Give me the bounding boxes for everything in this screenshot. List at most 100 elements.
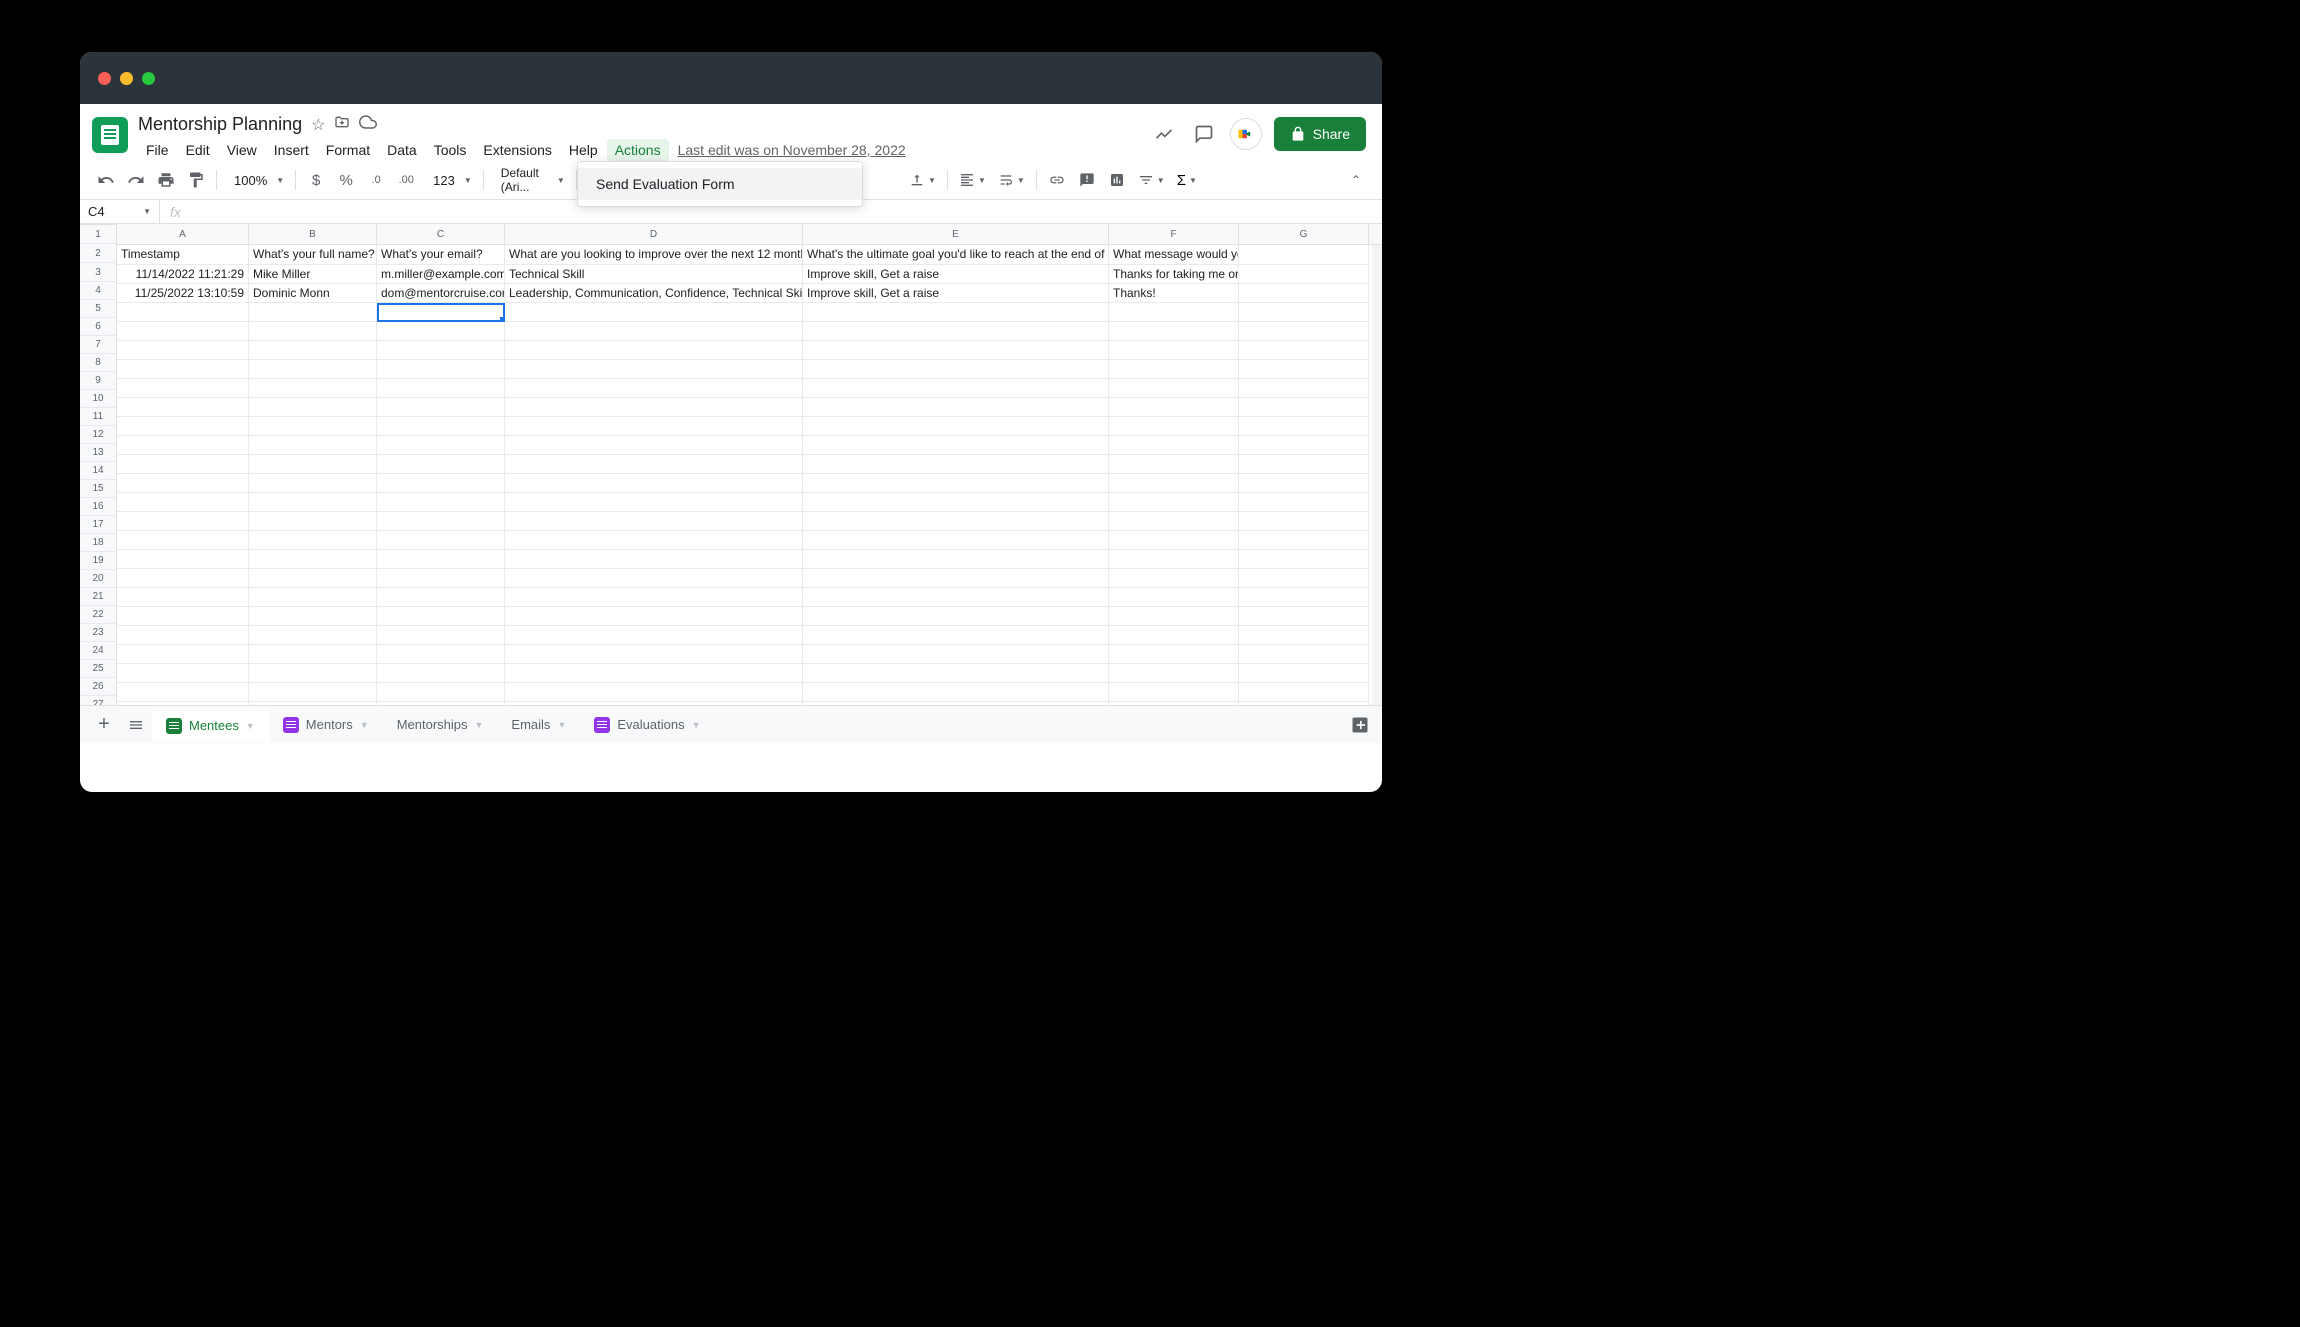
row-header[interactable]: 1 — [80, 225, 117, 244]
cell[interactable] — [1239, 550, 1369, 569]
cell[interactable]: Dominic Monn — [249, 284, 377, 303]
col-header-G[interactable]: G — [1239, 224, 1369, 244]
cell[interactable] — [117, 607, 249, 626]
cell[interactable] — [1109, 550, 1239, 569]
cell[interactable] — [505, 436, 803, 455]
cell[interactable] — [1239, 683, 1369, 702]
link-button[interactable] — [1043, 166, 1071, 194]
cell[interactable] — [117, 702, 249, 705]
cell[interactable] — [505, 607, 803, 626]
cell[interactable] — [249, 398, 377, 417]
cell[interactable] — [249, 455, 377, 474]
cell[interactable] — [377, 512, 505, 531]
cell[interactable] — [377, 683, 505, 702]
col-header-C[interactable]: C — [377, 224, 505, 244]
cell[interactable] — [1239, 322, 1369, 341]
cell[interactable] — [249, 588, 377, 607]
cell[interactable]: Thanks for taking me on! — [1109, 265, 1239, 284]
cell[interactable] — [803, 588, 1109, 607]
cell[interactable] — [377, 493, 505, 512]
cell[interactable] — [249, 322, 377, 341]
cell[interactable] — [117, 531, 249, 550]
activity-icon[interactable] — [1150, 120, 1178, 148]
cell[interactable] — [249, 683, 377, 702]
send-evaluation-form-item[interactable]: Send Evaluation Form — [578, 168, 862, 200]
cell[interactable] — [803, 360, 1109, 379]
cell[interactable] — [505, 360, 803, 379]
row-header[interactable]: 16 — [80, 498, 117, 516]
cell[interactable] — [1109, 531, 1239, 550]
cell[interactable] — [803, 474, 1109, 493]
cell[interactable] — [377, 645, 505, 664]
cell[interactable] — [505, 683, 803, 702]
cell[interactable] — [803, 341, 1109, 360]
cell[interactable]: 11/25/2022 13:10:59 — [117, 284, 249, 303]
cell[interactable] — [803, 645, 1109, 664]
cell[interactable] — [803, 626, 1109, 645]
menu-extensions[interactable]: Extensions — [475, 139, 559, 161]
cell[interactable] — [1239, 303, 1369, 322]
cell[interactable] — [1239, 645, 1369, 664]
cell[interactable]: Leadership, Communication, Confidence, T… — [505, 284, 803, 303]
cell[interactable] — [1109, 474, 1239, 493]
cell[interactable] — [505, 664, 803, 683]
row-header[interactable]: 24 — [80, 642, 117, 660]
cell[interactable] — [505, 455, 803, 474]
share-button[interactable]: Share — [1274, 117, 1366, 151]
cell[interactable]: Improve skill, Get a raise — [803, 265, 1109, 284]
row-header[interactable]: 13 — [80, 444, 117, 462]
currency-button[interactable]: $ — [302, 166, 330, 194]
cell[interactable] — [505, 322, 803, 341]
cloud-status-icon[interactable] — [359, 113, 377, 136]
row-header[interactable]: 22 — [80, 606, 117, 624]
row-header[interactable]: 23 — [80, 624, 117, 642]
cell[interactable] — [803, 379, 1109, 398]
cell[interactable] — [1239, 512, 1369, 531]
cell[interactable] — [505, 531, 803, 550]
cell[interactable] — [249, 550, 377, 569]
cell[interactable] — [1239, 531, 1369, 550]
cell[interactable]: dom@mentorcruise.com — [377, 284, 505, 303]
cell[interactable] — [1109, 512, 1239, 531]
meet-icon[interactable] — [1230, 118, 1262, 150]
valign-dropdown[interactable]: ▼ — [904, 172, 941, 188]
row-header[interactable]: 15 — [80, 480, 117, 498]
row-header[interactable]: 7 — [80, 336, 117, 354]
row-header[interactable]: 8 — [80, 354, 117, 372]
cell[interactable] — [249, 474, 377, 493]
cell[interactable] — [803, 607, 1109, 626]
cell[interactable] — [1109, 455, 1239, 474]
tab-evaluations[interactable]: Evaluations ▼ — [580, 709, 714, 741]
col-header-B[interactable]: B — [249, 224, 377, 244]
tab-mentors[interactable]: Mentors ▼ — [269, 709, 383, 741]
cell[interactable] — [803, 493, 1109, 512]
cell[interactable] — [117, 341, 249, 360]
number-format-dropdown[interactable]: 123▼ — [422, 173, 477, 188]
cell[interactable] — [117, 550, 249, 569]
cell[interactable] — [1239, 702, 1369, 705]
cell[interactable] — [803, 664, 1109, 683]
cell[interactable] — [377, 436, 505, 455]
redo-button[interactable] — [122, 166, 150, 194]
menu-tools[interactable]: Tools — [426, 139, 475, 161]
tab-mentorships[interactable]: Mentorships ▼ — [383, 709, 498, 740]
cell[interactable] — [505, 702, 803, 705]
collapse-toolbar-button[interactable]: ⌃ — [1342, 166, 1370, 194]
cell[interactable] — [1109, 436, 1239, 455]
menu-insert[interactable]: Insert — [266, 139, 317, 161]
menu-file[interactable]: File — [138, 139, 177, 161]
cell[interactable] — [505, 379, 803, 398]
cell[interactable] — [377, 417, 505, 436]
vertical-scrollbar[interactable] — [1372, 245, 1382, 705]
menu-help[interactable]: Help — [561, 139, 606, 161]
cell[interactable] — [1109, 398, 1239, 417]
cell[interactable] — [1239, 607, 1369, 626]
cell[interactable] — [1109, 607, 1239, 626]
cell[interactable] — [1109, 360, 1239, 379]
cell[interactable] — [377, 531, 505, 550]
col-header-F[interactable]: F — [1109, 224, 1239, 244]
cell[interactable] — [803, 569, 1109, 588]
cell[interactable] — [117, 303, 249, 322]
cell[interactable] — [117, 645, 249, 664]
cell[interactable] — [1109, 569, 1239, 588]
